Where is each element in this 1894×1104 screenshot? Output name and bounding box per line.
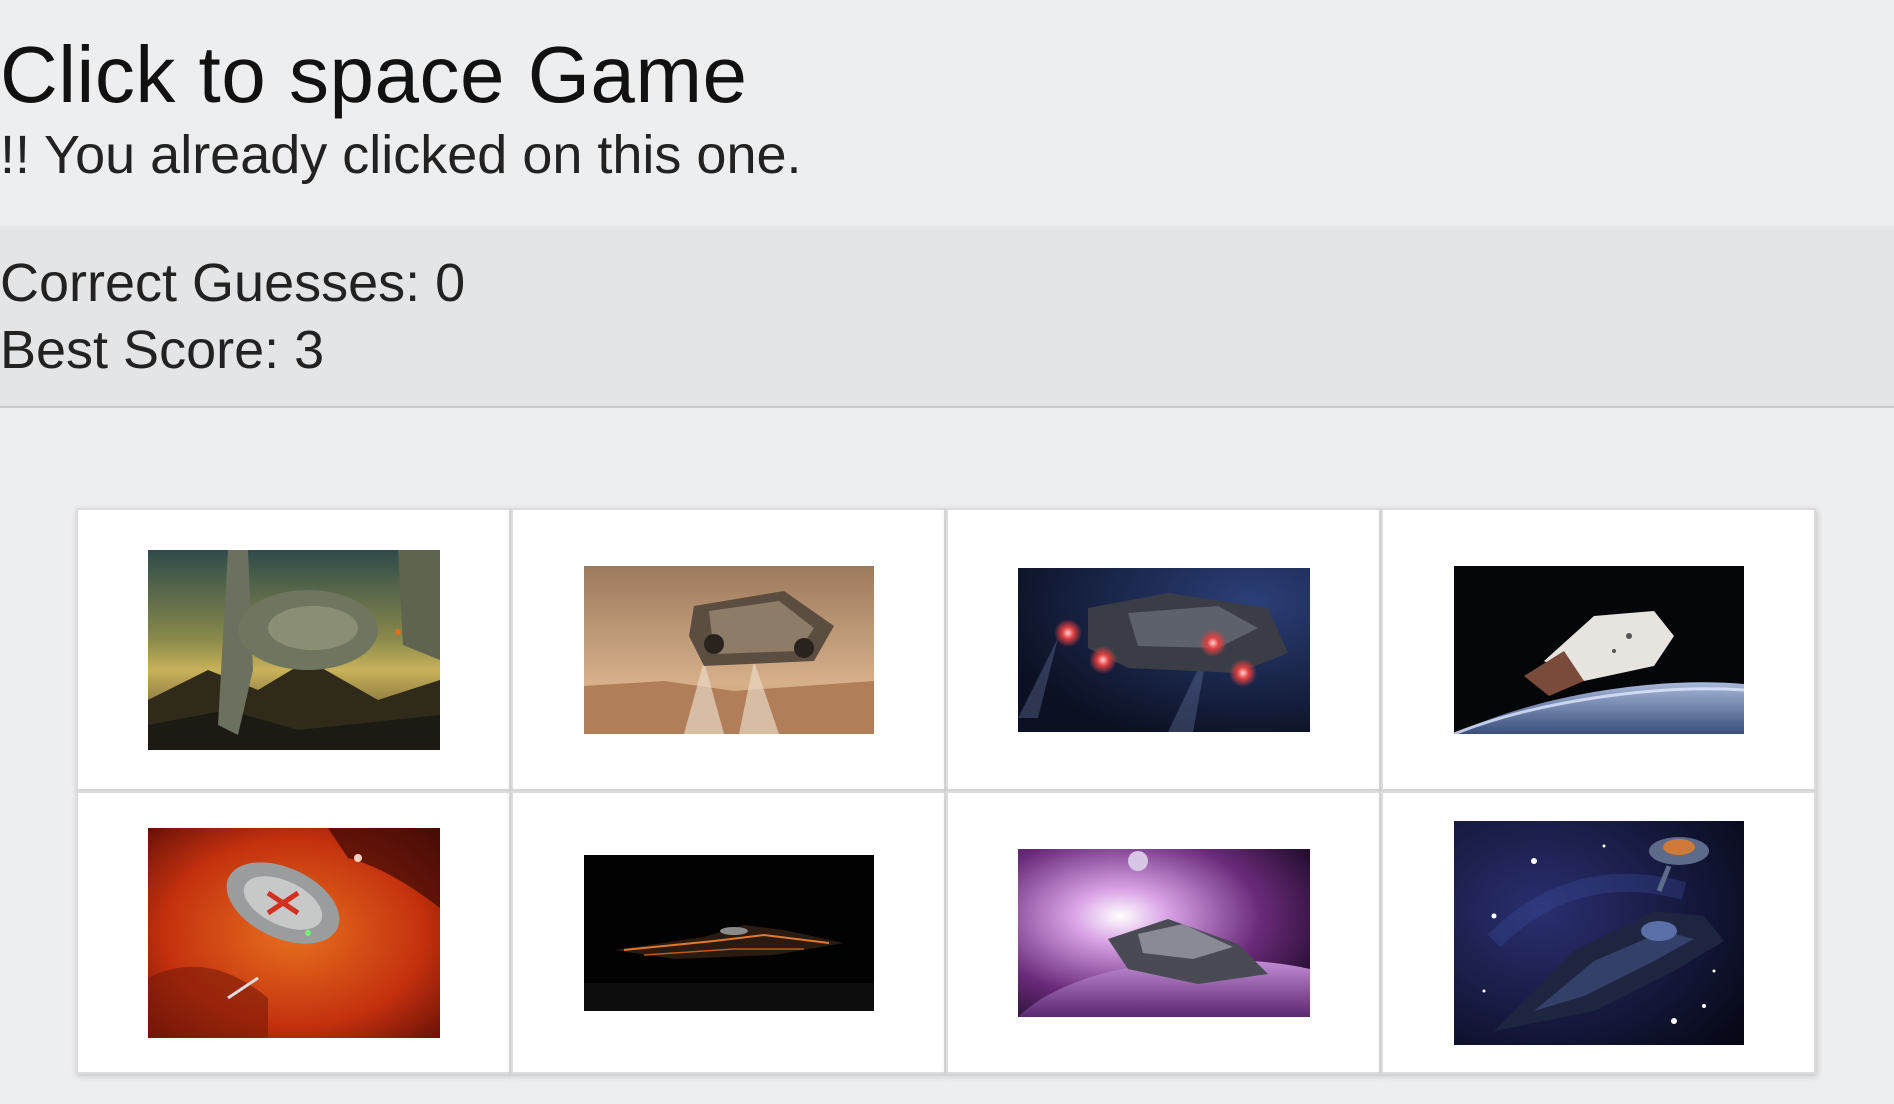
game-card[interactable] bbox=[1381, 791, 1816, 1074]
game-page: Click to space Game !! You already click… bbox=[0, 0, 1894, 1104]
correct-guesses: Correct Guesses: 0 bbox=[0, 253, 466, 313]
game-card[interactable] bbox=[946, 508, 1381, 791]
game-card[interactable] bbox=[511, 508, 946, 791]
game-card[interactable] bbox=[76, 791, 511, 1074]
game-card[interactable] bbox=[76, 508, 511, 791]
space-freighter-over-cliffs-image bbox=[147, 549, 440, 750]
game-card[interactable] bbox=[511, 791, 946, 1074]
best-score: Best Score: 3 bbox=[0, 320, 325, 380]
saucer-station-red-nebula-image bbox=[147, 827, 440, 1038]
sleek-ship-dark-image bbox=[583, 854, 874, 1011]
starship-with-saucer-image bbox=[1453, 820, 1744, 1045]
page-title: Click to space Game bbox=[0, 30, 748, 119]
gunship-with-thrusters-image bbox=[1017, 567, 1310, 732]
status-message: !! You already clicked on this one. bbox=[0, 125, 802, 185]
ship-over-purple-planet-image bbox=[1017, 848, 1310, 1017]
game-card[interactable] bbox=[1381, 508, 1816, 791]
capsule-over-earth-image bbox=[1453, 565, 1744, 734]
mars-lander-descending-image bbox=[583, 565, 874, 734]
game-card[interactable] bbox=[946, 791, 1381, 1074]
card-grid bbox=[76, 508, 1816, 1074]
